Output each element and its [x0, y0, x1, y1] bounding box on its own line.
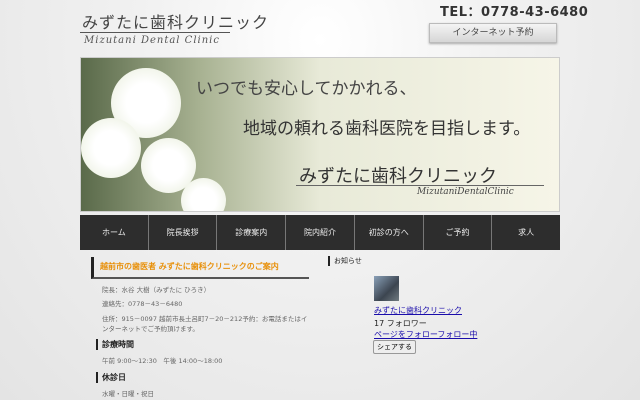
nav-home[interactable]: ホーム: [80, 215, 149, 250]
flower-image: [181, 178, 226, 211]
hours-heading: 診療時間: [96, 339, 134, 350]
hours-info: 午前 9:00～12:30 午後 14:00～18:00: [102, 357, 223, 365]
hero-banner: いつでも安心してかかれる、 地域の頼れる歯科医院を目指します。 みずたに歯科クリ…: [80, 57, 560, 212]
share-button[interactable]: シェアする: [373, 340, 416, 354]
nav-treatment-info[interactable]: 診療案内: [217, 215, 287, 250]
nav-first-visit[interactable]: 初診の方へ: [355, 215, 424, 250]
nav-clinic-tour[interactable]: 院内紹介: [286, 215, 355, 250]
facebook-page-link[interactable]: みずたに歯科クリニック: [374, 305, 462, 316]
phone-number: TEL：0778-43-6480: [440, 5, 589, 20]
banner-tagline-2: 地域の頼れる歯科医院を目指します。: [243, 119, 531, 139]
nav-director-greeting[interactable]: 院長挨拶: [149, 215, 218, 250]
follow-page-link[interactable]: ページをフォローフォロー中: [374, 329, 477, 340]
logo-english: Mizutani Dental Clinic: [84, 35, 220, 46]
nav-recruit[interactable]: 求人: [492, 215, 560, 250]
flower-image: [81, 118, 141, 178]
logo-divider: [80, 32, 230, 33]
closed-days-info: 水曜・日曜・祝日: [102, 390, 154, 398]
main-nav: ホーム 院長挨拶 診療案内 院内紹介 初診の方へ ご予約 求人: [80, 215, 560, 250]
nav-reservation[interactable]: ご予約: [424, 215, 493, 250]
internet-reservation-button[interactable]: インターネット予約: [429, 23, 557, 43]
banner-tagline-1: いつでも安心してかかれる、: [196, 79, 417, 99]
contact-info: 連絡先：0778－43－6480: [102, 300, 183, 308]
banner-divider: [296, 185, 544, 186]
intro-heading: 越前市の歯医者 みずたに歯科クリニックのご案内: [91, 257, 309, 279]
closed-days-heading: 休診日: [96, 372, 126, 383]
address-info: 住所：915－0097 越前市長土呂町7－20－212予約：お電話またはインター…: [102, 315, 308, 333]
news-heading: お知らせ: [328, 256, 362, 266]
facebook-page-thumbnail[interactable]: [374, 276, 399, 301]
banner-clinic-english: MizutaniDentalClinic: [417, 187, 514, 197]
logo-japanese[interactable]: みずたに歯科クリニック: [82, 9, 269, 33]
follower-count: 17 フォロワー: [374, 319, 427, 328]
director-info: 院長：水谷 大樹（みずたに ひろき）: [102, 286, 211, 294]
